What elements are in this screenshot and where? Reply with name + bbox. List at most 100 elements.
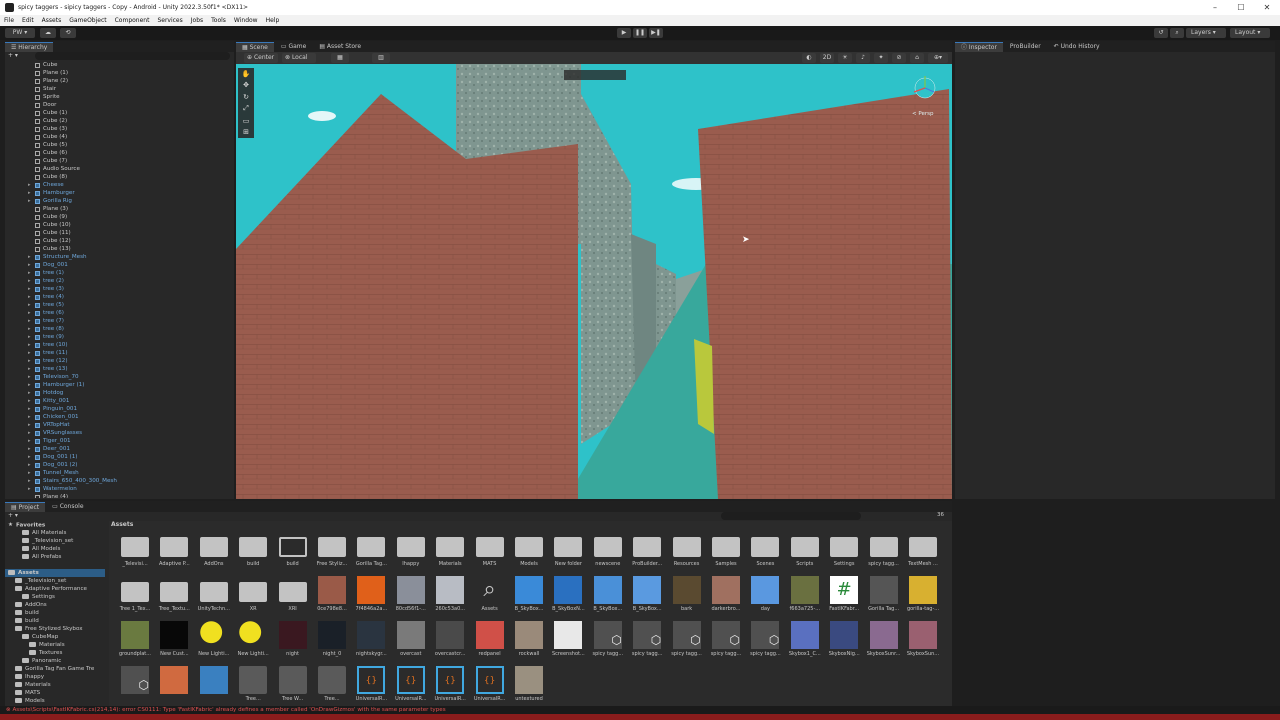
expand-arrow-icon[interactable]: ▸: [28, 461, 31, 469]
asset-item[interactable]: B_SkyBox...: [590, 576, 626, 620]
expand-arrow-icon[interactable]: ▸: [28, 197, 31, 205]
hierarchy-item[interactable]: Cube (10): [5, 221, 234, 229]
hierarchy-item[interactable]: ▸ Stairs_650_400_300_Mesh: [5, 477, 234, 485]
hierarchy-item[interactable]: Cube (2): [5, 117, 234, 125]
gizmos-icon[interactable]: ⊕▾: [928, 53, 948, 63]
hierarchy-item[interactable]: Cube (5): [5, 141, 234, 149]
expand-arrow-icon[interactable]: ▸: [28, 341, 31, 349]
asset-item[interactable]: night: [275, 621, 311, 665]
project-breadcrumb[interactable]: Assets: [111, 521, 133, 528]
project-tree-item[interactable]: MATS: [5, 689, 105, 697]
asset-item[interactable]: build: [275, 531, 311, 575]
project-tree-item[interactable]: Textures: [5, 649, 105, 657]
menu-file[interactable]: File: [4, 17, 14, 24]
project-tree-item[interactable]: AddOns: [5, 601, 105, 609]
expand-arrow-icon[interactable]: ▸: [28, 189, 31, 197]
asset-item[interactable]: ⬡: [117, 666, 153, 707]
hierarchy-item[interactable]: ▸ VRSunglasses: [5, 429, 234, 437]
asset-item[interactable]: XRI: [275, 576, 311, 620]
menu-jobs[interactable]: Jobs: [191, 17, 203, 24]
project-tree-item[interactable]: All Prefabs: [5, 553, 105, 561]
asset-item[interactable]: ⬡ spicy tagg...: [669, 621, 705, 665]
transform-tool-icon[interactable]: ⊞: [243, 128, 249, 136]
asset-item[interactable]: Free Styliz...: [314, 531, 350, 575]
expand-arrow-icon[interactable]: ▸: [28, 277, 31, 285]
asset-item[interactable]: day: [747, 576, 783, 620]
menu-window[interactable]: Window: [234, 17, 258, 24]
hierarchy-item[interactable]: Cube (13): [5, 245, 234, 253]
project-tree-item[interactable]: Free Stylized Skybox: [5, 625, 105, 633]
expand-arrow-icon[interactable]: ▸: [28, 333, 31, 341]
asset-item[interactable]: [196, 666, 232, 707]
tab-inspector[interactable]: ⓘ Inspector: [955, 42, 1003, 52]
hierarchy-item[interactable]: Plane (2): [5, 77, 234, 85]
asset-item[interactable]: Gorilla Tag...: [353, 531, 389, 575]
hierarchy-item[interactable]: ▸ VRTopHat: [5, 421, 234, 429]
tab-hierarchy[interactable]: ☰ Hierarchy: [5, 42, 54, 52]
expand-arrow-icon[interactable]: ▸: [28, 437, 31, 445]
asset-item[interactable]: {} UniversalR...: [353, 666, 389, 707]
hierarchy-item[interactable]: ▸ tree (13): [5, 365, 234, 373]
hierarchy-item[interactable]: Stair: [5, 85, 234, 93]
hierarchy-item[interactable]: ▸ Dog_001 (1): [5, 453, 234, 461]
cloud-icon[interactable]: ☁: [40, 28, 56, 38]
pivot-dropdown[interactable]: ⊕ Center: [244, 53, 278, 63]
project-tree-item[interactable]: All Models: [5, 545, 105, 553]
asset-item[interactable]: ⬡ spicy tagg...: [590, 621, 626, 665]
asset-item[interactable]: XR: [235, 576, 271, 620]
hierarchy-search-input[interactable]: [35, 52, 230, 60]
hierarchy-item[interactable]: ▸ tree (11): [5, 349, 234, 357]
asset-item[interactable]: {} UniversalR...: [432, 666, 468, 707]
asset-item[interactable]: _Televisi...: [117, 531, 153, 575]
close-button[interactable]: ✕: [1254, 0, 1280, 15]
project-tree-item[interactable]: Assets: [5, 569, 105, 577]
asset-item[interactable]: Scripts: [787, 531, 823, 575]
hierarchy-item[interactable]: Plane (3): [5, 205, 234, 213]
asset-item[interactable]: B_SkyBoxN...: [550, 576, 586, 620]
toggle-2d-button[interactable]: 2D: [820, 53, 834, 63]
space-dropdown[interactable]: ⊗ Local: [282, 53, 316, 63]
hierarchy-item[interactable]: Door: [5, 101, 234, 109]
add-object-button[interactable]: + ▾: [8, 52, 18, 60]
asset-item[interactable]: spicy tagg...: [866, 531, 902, 575]
hierarchy-item[interactable]: ▸ tree (3): [5, 285, 234, 293]
project-tree-item[interactable]: All Materials: [5, 529, 105, 537]
effects-icon[interactable]: ✦: [874, 53, 888, 63]
hierarchy-item[interactable]: ▸ tree (4): [5, 293, 234, 301]
hierarchy-item[interactable]: Cube (3): [5, 125, 234, 133]
expand-arrow-icon[interactable]: ▸: [28, 181, 31, 189]
asset-item[interactable]: # FastIKFabr...: [826, 576, 862, 620]
asset-item[interactable]: SkyboxSunr...: [866, 621, 902, 665]
hierarchy-item[interactable]: ▸ Gorilla Rig: [5, 197, 234, 205]
asset-item[interactable]: Models: [511, 531, 547, 575]
menu-gameobject[interactable]: GameObject: [69, 17, 106, 24]
hierarchy-item[interactable]: Cube (4): [5, 133, 234, 141]
move-tool-icon[interactable]: ✥: [243, 81, 249, 89]
layout-dropdown[interactable]: Layout ▾: [1230, 28, 1270, 38]
camera-icon[interactable]: ⌂: [910, 53, 924, 63]
hierarchy-item[interactable]: ▸ Dog_001 (2): [5, 461, 234, 469]
project-tree-item[interactable]: Materials: [5, 641, 105, 649]
project-tree-item[interactable]: [5, 561, 105, 569]
asset-item[interactable]: Settings: [826, 531, 862, 575]
asset-item[interactable]: build: [235, 531, 271, 575]
project-tree-item[interactable]: _Television_set: [5, 537, 105, 545]
hierarchy-item[interactable]: ▸ tree (6): [5, 309, 234, 317]
minimize-button[interactable]: –: [1202, 0, 1228, 15]
asset-item[interactable]: ⬡ spicy tagg...: [708, 621, 744, 665]
asset-item[interactable]: Gorilla Tag...: [866, 576, 902, 620]
project-tree-item[interactable]: ★ Favorites: [5, 521, 105, 529]
asset-item[interactable]: ProBuilder...: [629, 531, 665, 575]
asset-item[interactable]: New folder: [550, 531, 586, 575]
asset-item[interactable]: newscene: [590, 531, 626, 575]
asset-item[interactable]: AddOns: [196, 531, 232, 575]
tab-scene[interactable]: ▦ Scene: [236, 42, 274, 52]
asset-item[interactable]: ⌕ Assets: [472, 576, 508, 620]
asset-item[interactable]: ⬡ spicy tagg...: [629, 621, 665, 665]
hierarchy-item[interactable]: Audio Source: [5, 165, 234, 173]
hierarchy-item[interactable]: ▸ tree (7): [5, 317, 234, 325]
expand-arrow-icon[interactable]: ▸: [28, 389, 31, 397]
expand-arrow-icon[interactable]: ▸: [28, 261, 31, 269]
asset-item[interactable]: 260c53a0...: [432, 576, 468, 620]
asset-item[interactable]: Tree_Textu...: [156, 576, 192, 620]
